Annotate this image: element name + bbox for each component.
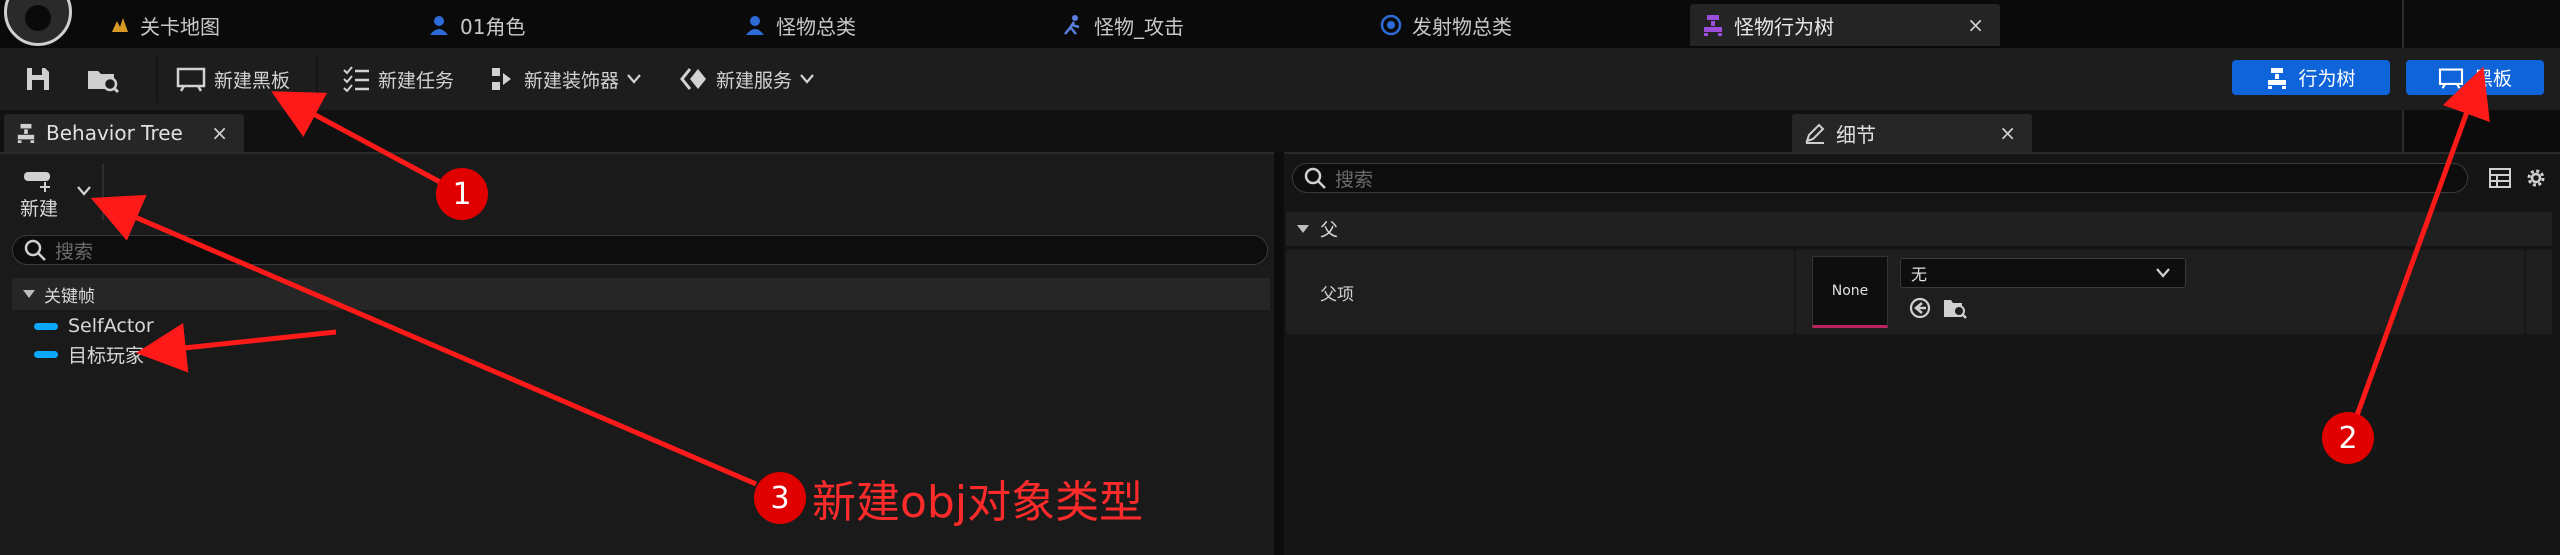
annotation-arrow-3a xyxy=(90,194,757,487)
annotation-arrow-1 xyxy=(271,91,442,185)
annotation-arrow-3b xyxy=(136,322,337,373)
annotation-marker-3: 3 xyxy=(754,472,806,524)
annotation-arrows xyxy=(90,66,2490,487)
annotation-marker-1: 1 xyxy=(436,168,488,220)
annotation-note: 新建obj对象类型 xyxy=(812,477,1144,528)
annotation-marker-2: 2 xyxy=(2322,412,2374,464)
annotation-arrow-2 xyxy=(2353,66,2490,419)
